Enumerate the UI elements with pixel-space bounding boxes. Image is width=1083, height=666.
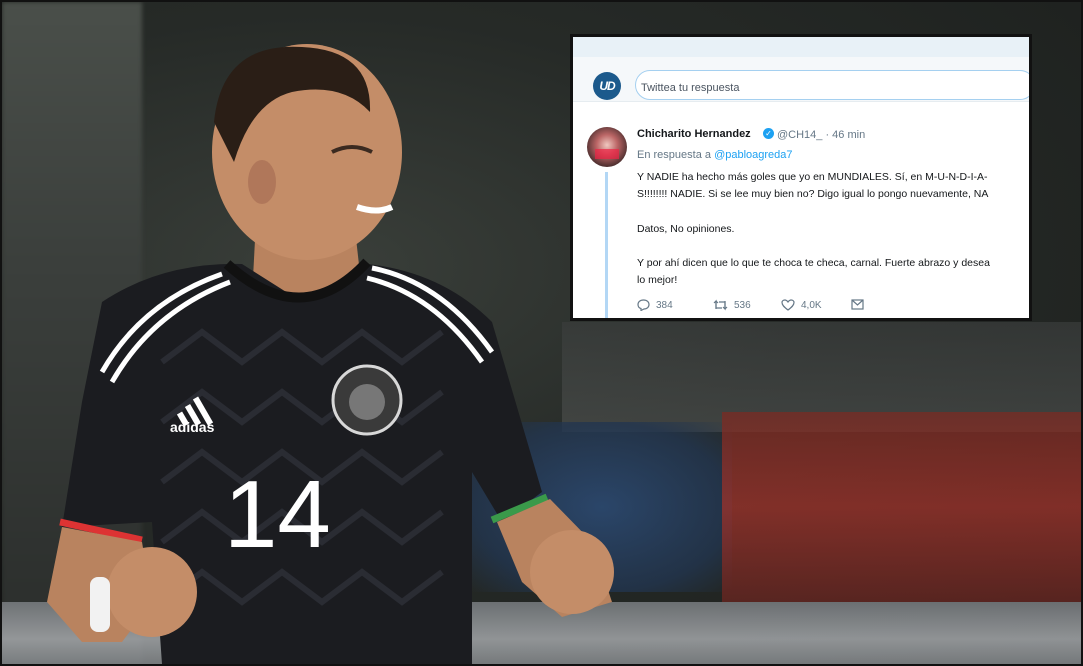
avatar-detail bbox=[595, 149, 619, 159]
author-avatar[interactable] bbox=[587, 127, 627, 167]
user-logo-icon: UD bbox=[593, 72, 621, 100]
reply-action[interactable]: 384 bbox=[637, 299, 673, 311]
message-action[interactable] bbox=[851, 299, 864, 310]
heart-icon bbox=[781, 299, 795, 311]
tweet-screenshot: UD Twittea tu respuesta Chicharito Herna… bbox=[570, 34, 1032, 321]
tweet-body-line-2: S!!!!!!!! NADIE. Si se lee muy bien no? … bbox=[637, 188, 989, 200]
shirt-number: 14 bbox=[224, 461, 331, 568]
verified-badge-icon: ✓ bbox=[763, 128, 774, 139]
tweet-body-line-3: Datos, No opiniones. bbox=[637, 223, 735, 235]
thread-line bbox=[605, 172, 608, 318]
background-red-blur bbox=[722, 412, 1081, 602]
tweet-body-line-5: lo mejor! bbox=[637, 274, 678, 286]
shirt-brand-text: adidas bbox=[170, 419, 215, 435]
author-name[interactable]: Chicharito Hernandez bbox=[637, 128, 751, 140]
retweet-count: 536 bbox=[734, 299, 751, 311]
reply-icon bbox=[637, 299, 650, 311]
like-action[interactable]: 4,0K bbox=[781, 299, 822, 311]
like-count: 4,0K bbox=[801, 299, 822, 311]
replying-to: En respuesta a @pabloagreda7 bbox=[637, 149, 793, 161]
reply-placeholder: Twittea tu respuesta bbox=[641, 82, 740, 94]
photo-frame: adidas 14 UD Twittea tu respuesta Chicha… bbox=[0, 0, 1083, 666]
mention-link[interactable]: @pabloagreda7 bbox=[714, 149, 792, 161]
retweet-action[interactable]: 536 bbox=[713, 299, 751, 311]
mail-icon bbox=[851, 299, 864, 310]
tweet-body-line-4: Y por ahí dicen que lo que te choca te c… bbox=[637, 257, 990, 269]
author-handle-time: @CH14_ · 46 min bbox=[777, 129, 866, 141]
retweet-icon bbox=[713, 299, 728, 311]
reply-count: 384 bbox=[656, 299, 673, 311]
top-strip bbox=[573, 37, 1029, 57]
replying-prefix: En respuesta a bbox=[637, 149, 711, 161]
tweet-body-line-1: Y NADIE ha hecho más goles que yo en MUN… bbox=[637, 171, 988, 183]
